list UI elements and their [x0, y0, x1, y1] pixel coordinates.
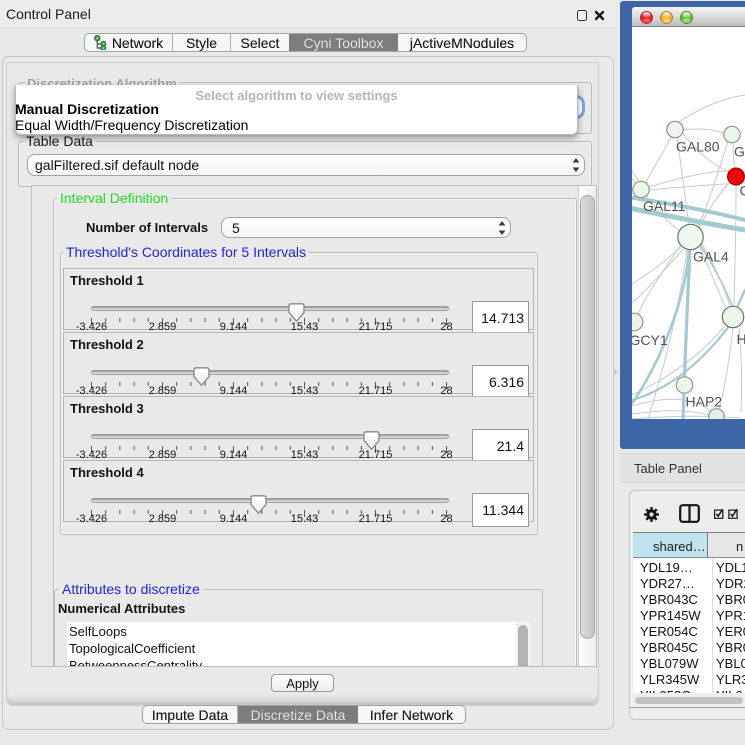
svg-text:GAL4: GAL4: [693, 249, 729, 265]
svg-text:GAL11: GAL11: [643, 198, 686, 214]
svg-text:GA: GA: [734, 144, 745, 160]
svg-text:H: H: [737, 331, 745, 347]
svg-text:HAP2: HAP2: [686, 394, 723, 410]
svg-text:GCY1: GCY1: [632, 332, 668, 348]
svg-text:GAL80: GAL80: [676, 139, 720, 155]
svg-text:C: C: [740, 183, 745, 199]
